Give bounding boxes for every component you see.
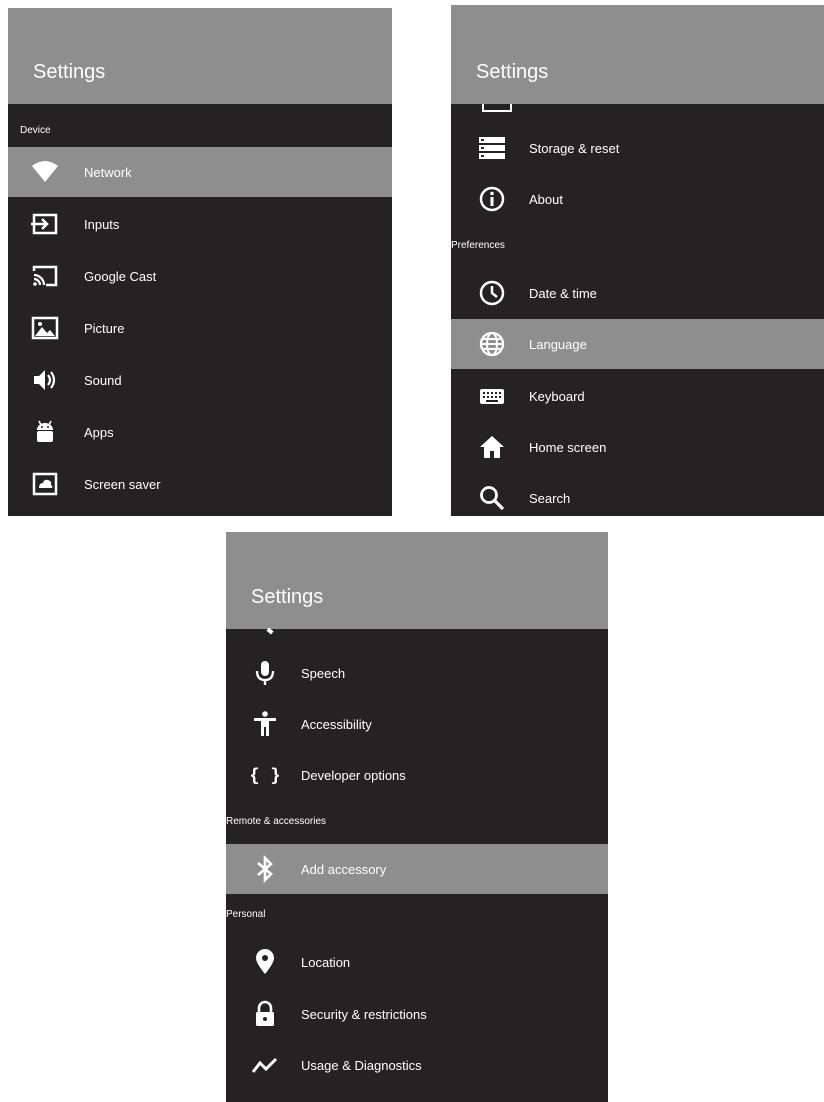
menu-item-accessibility[interactable]: Accessibility [226, 699, 608, 749]
menu-item-label: Storage & reset [529, 140, 620, 156]
page-title: Settings [251, 586, 324, 608]
menu-item-label: Home screen [529, 439, 607, 455]
menu-item-label: Network [84, 164, 132, 180]
svg-text:{ }: { } [251, 765, 279, 786]
settings-panel-preferences: Settings Storage & reset About Preferenc… [451, 5, 824, 516]
header: Settings [8, 8, 392, 104]
home-icon [477, 432, 507, 462]
section-preferences: Preferences [451, 240, 505, 251]
partially-scrolled-icon [482, 104, 512, 112]
page-title: Settings [33, 61, 106, 83]
picture-icon [30, 313, 60, 343]
menu-item-speech[interactable]: Speech [226, 648, 608, 698]
menu-item-label: Picture [84, 320, 125, 336]
menu-item-storage-reset[interactable]: Storage & reset [451, 123, 824, 173]
wifi-icon [30, 157, 60, 187]
menu-item-label: Date & time [529, 285, 597, 301]
menu-item-keyboard[interactable]: Keyboard [451, 371, 824, 421]
settings-panel-personal: Settings Speech Accessibility { } Develo… [226, 532, 608, 1102]
menu-item-label: Usage & Diagnostics [301, 1057, 422, 1073]
menu-item-label: Speech [301, 665, 346, 681]
section-personal: Personal [226, 909, 266, 920]
menu-item-label: Search [529, 490, 571, 506]
location-pin-icon [250, 947, 280, 977]
menu-item-label: About [529, 191, 563, 207]
menu-item-label: Add accessory [301, 861, 387, 877]
menu-item-sound[interactable]: Sound [8, 355, 392, 405]
lock-icon [250, 999, 280, 1029]
menu-item-home-screen[interactable]: Home screen [451, 422, 824, 472]
menu-item-label: Developer options [301, 767, 406, 783]
menu-item-picture[interactable]: Picture [8, 303, 392, 353]
settings-panel-device: Settings Device Network Inputs Google Ca… [8, 8, 392, 516]
keyboard-icon [477, 381, 507, 411]
storage-icon [477, 133, 507, 163]
bluetooth-icon [250, 854, 280, 884]
menu-item-security-restrictions[interactable]: Security & restrictions [226, 989, 608, 1039]
menu-item-label: Screen saver [84, 476, 161, 492]
menu-item-about[interactable]: About [451, 174, 824, 224]
braces-icon: { } [250, 760, 280, 790]
microphone-icon [250, 658, 280, 688]
menu-item-network[interactable]: Network [8, 147, 392, 197]
menu-item-google-cast[interactable]: Google Cast [8, 251, 392, 301]
screensaver-icon [30, 469, 60, 499]
menu-item-add-accessory[interactable]: Add accessory [226, 844, 608, 894]
menu-item-label: Language [529, 336, 587, 352]
menu-item-search[interactable]: Search [451, 473, 824, 516]
menu-item-label: Location [301, 954, 351, 970]
android-icon [30, 417, 60, 447]
menu-item-label: Accessibility [301, 716, 372, 732]
header: Settings [451, 5, 824, 104]
section-device: Device [20, 125, 51, 136]
menu-item-developer-options[interactable]: { } Developer options [226, 750, 608, 800]
menu-item-label: Security & restrictions [301, 1006, 427, 1022]
input-icon [30, 209, 60, 239]
menu-item-usage-diagnostics[interactable]: Usage & Diagnostics [226, 1040, 608, 1090]
accessibility-icon [250, 709, 280, 739]
menu-item-inputs[interactable]: Inputs [8, 199, 392, 249]
menu-item-apps[interactable]: Apps [8, 407, 392, 457]
header: Settings [226, 532, 608, 629]
menu-item-label: Apps [84, 424, 114, 440]
menu-item-label: Sound [84, 372, 122, 388]
menu-item-date-time[interactable]: Date & time [451, 268, 824, 318]
clock-icon [477, 278, 507, 308]
search-icon [477, 483, 507, 513]
menu-item-screen-saver[interactable]: Screen saver [8, 459, 392, 509]
diagnostics-icon [250, 1050, 280, 1080]
page-title: Settings [476, 61, 549, 83]
cast-icon [30, 261, 60, 291]
menu-item-location[interactable]: Location [226, 937, 608, 987]
speaker-icon [30, 365, 60, 395]
info-icon [477, 184, 507, 214]
globe-icon [477, 329, 507, 359]
menu-item-label: Inputs [84, 216, 120, 232]
menu-item-language[interactable]: Language [451, 319, 824, 369]
menu-item-label: Google Cast [84, 268, 157, 284]
section-remote-accessories: Remote & accessories [226, 816, 327, 827]
menu-item-label: Keyboard [529, 388, 585, 404]
